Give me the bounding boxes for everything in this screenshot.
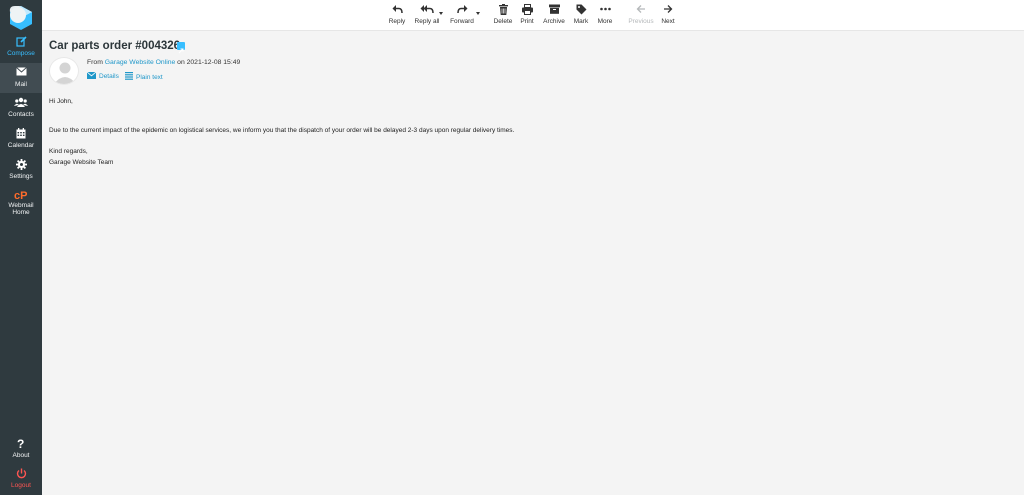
roundcube-logo[interactable] xyxy=(7,4,35,32)
sidebar-item-label: Contacts xyxy=(8,111,34,118)
mail-icon xyxy=(0,67,42,79)
reply-all-button[interactable]: Reply all xyxy=(410,0,444,31)
sidebar-item-label: Logout xyxy=(11,482,31,489)
message-date: 2021-12-08 15:49 xyxy=(186,59,241,66)
cpanel-icon: cP xyxy=(0,189,42,201)
more-button[interactable]: More xyxy=(593,0,617,31)
trash-icon xyxy=(491,4,515,16)
question-icon: ? xyxy=(0,437,42,449)
calendar-icon xyxy=(0,128,42,140)
svg-text:?: ? xyxy=(17,437,24,449)
sidebar-item-webmail-home[interactable]: cP Webmail Home xyxy=(0,187,42,219)
message-subject: Car parts order #004326 xyxy=(49,40,181,52)
date-prefix: on xyxy=(177,59,185,66)
sidebar-item-mail[interactable]: Mail xyxy=(0,63,42,93)
archive-label: Archive xyxy=(543,18,565,25)
svg-text:cP: cP xyxy=(14,190,27,200)
compose-icon xyxy=(0,36,42,48)
forward-icon xyxy=(445,4,479,16)
print-button[interactable]: Print xyxy=(516,0,538,31)
sidebar-item-compose[interactable]: Compose xyxy=(0,33,42,63)
arrow-left-icon xyxy=(626,4,656,16)
sidebar: Compose Mail Contacts Calendar Settings … xyxy=(0,0,42,495)
open-in-new-window-icon[interactable] xyxy=(177,42,185,54)
reply-label: Reply xyxy=(388,18,406,25)
sender-link[interactable]: Garage Website Online xyxy=(105,59,176,66)
power-icon xyxy=(0,468,42,480)
reply-all-dropdown-caret[interactable] xyxy=(439,12,443,15)
delete-button[interactable]: Delete xyxy=(491,0,515,31)
reply-icon xyxy=(383,4,411,16)
more-label: More xyxy=(597,18,613,25)
reply-button[interactable]: Reply xyxy=(383,0,411,31)
plain-text-label: Plain text xyxy=(136,73,163,81)
message-paragraph: Due to the current impact of the epidemi… xyxy=(49,127,515,134)
message-greeting: Hi John, xyxy=(49,98,73,105)
tag-icon xyxy=(569,4,593,16)
message-closing: Kind regards, xyxy=(49,148,88,155)
forward-dropdown-caret[interactable] xyxy=(476,12,480,15)
message-view: Car parts order #004326 From Garage Webs… xyxy=(42,31,1024,495)
delete-label: Delete xyxy=(493,18,513,25)
more-icon xyxy=(593,4,617,16)
printer-icon xyxy=(516,4,538,16)
message-toolbar: Reply Reply all Forward Delete Print Arc… xyxy=(42,0,1024,31)
next-button[interactable]: Next xyxy=(656,0,680,31)
mark-label: Mark xyxy=(573,18,589,25)
next-label: Next xyxy=(661,18,675,25)
previous-label: Previous xyxy=(628,18,654,25)
sidebar-item-label: Webmail xyxy=(8,202,34,209)
sidebar-item-logout[interactable]: Logout xyxy=(0,465,42,495)
sidebar-item-label: Mail xyxy=(15,81,27,88)
sidebar-item-contacts[interactable]: Contacts xyxy=(0,94,42,124)
archive-icon xyxy=(540,4,568,16)
message-signature: Garage Website Team xyxy=(49,159,114,166)
sidebar-item-settings[interactable]: Settings xyxy=(0,156,42,186)
envelope-icon xyxy=(86,71,97,81)
archive-button[interactable]: Archive xyxy=(540,0,568,31)
gear-icon xyxy=(0,159,42,171)
details-label: Details xyxy=(99,73,119,80)
from-prefix: From xyxy=(87,59,103,66)
reply-all-label: Reply all xyxy=(414,18,440,25)
arrow-right-icon xyxy=(656,4,680,16)
sidebar-item-label-line2: Home xyxy=(12,209,30,216)
list-icon xyxy=(125,72,133,82)
sidebar-item-label: Settings xyxy=(9,173,33,180)
sidebar-item-label: Calendar xyxy=(7,142,35,149)
contacts-icon xyxy=(0,97,42,109)
print-label: Print xyxy=(520,18,534,25)
plain-text-link[interactable]: Plain text xyxy=(125,72,163,82)
details-link[interactable]: Details xyxy=(86,71,119,81)
sidebar-item-calendar[interactable]: Calendar xyxy=(0,125,42,155)
sidebar-item-label: About xyxy=(12,452,30,459)
previous-button[interactable]: Previous xyxy=(626,0,656,31)
forward-button[interactable]: Forward xyxy=(445,0,479,31)
message-from-line: From Garage Website Online on 2021-12-08… xyxy=(87,59,240,66)
mark-button[interactable]: Mark xyxy=(569,0,593,31)
forward-label: Forward xyxy=(450,18,474,25)
sender-avatar xyxy=(49,57,79,85)
sidebar-item-about[interactable]: ? About xyxy=(0,435,42,465)
sidebar-item-label: Compose xyxy=(7,50,35,57)
